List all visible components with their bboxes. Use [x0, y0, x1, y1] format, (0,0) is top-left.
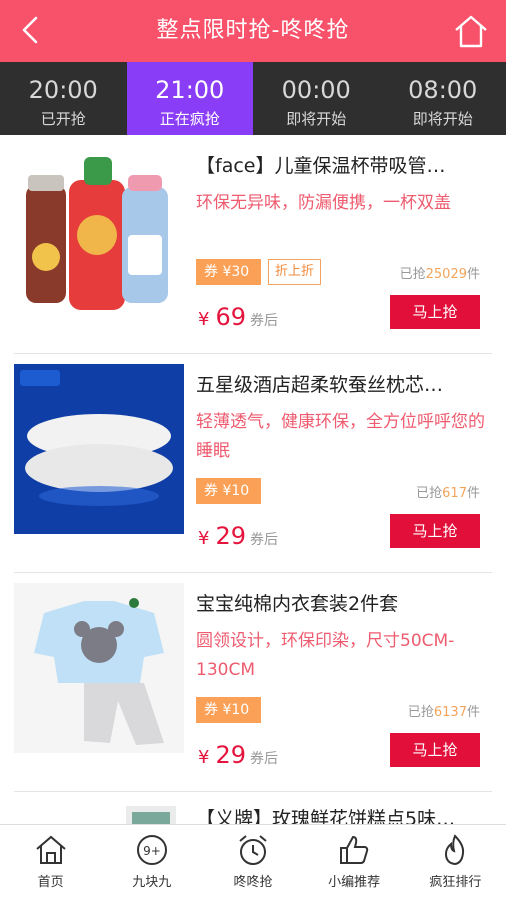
coupon-badge: 券 ¥30 [196, 259, 268, 285]
tab-time: 20:00 [28, 76, 98, 104]
nav-ranking[interactable]: 疯狂排行 [405, 825, 506, 900]
tab-time: 00:00 [281, 76, 351, 104]
sold-prefix: 已抢 [416, 486, 443, 501]
tab-status: 即将开始 [286, 110, 347, 128]
sold-prefix: 已抢 [407, 705, 434, 720]
price-value: 69 [215, 303, 246, 331]
tab-status: 即将开始 [412, 110, 473, 128]
price-suffix: 券后 [250, 751, 278, 767]
product-image[interactable] [14, 145, 184, 315]
discount-tag: 折上折 [268, 259, 322, 285]
sold-suffix: 件 [466, 486, 480, 501]
nav-label: 疯狂排行 [429, 875, 482, 890]
nav-nine-nine[interactable]: 9+ 九块九 [101, 825, 202, 900]
thumbs-up-icon [340, 835, 369, 864]
product-image[interactable] [14, 364, 184, 534]
price-value: 29 [215, 741, 246, 769]
sold-number: 6137 [433, 705, 467, 720]
coupon-badge: 券 ¥10 [196, 697, 268, 723]
tab-0000[interactable]: 00:00 即将开始 [253, 62, 380, 135]
product-description: 轻薄透气，健康环保，全方位呼呼您的睡眠 [196, 412, 485, 461]
bottom-nav: 首页 9+ 九块九 咚咚抢 小编推荐 疯狂排行 [0, 824, 506, 900]
coupon-badge: 券 ¥10 [196, 478, 268, 504]
price-value: 29 [215, 522, 246, 550]
product-name[interactable]: 【face】儿童保温杯带吸管… [196, 151, 492, 178]
tab-time: 21:00 [155, 76, 225, 104]
header-bar: 整点限时抢-咚咚抢 [0, 0, 506, 62]
product-name[interactable]: 五星级酒店超柔软蚕丝枕芯… [196, 370, 492, 397]
product-item[interactable]: 五星级酒店超柔软蚕丝枕芯… 轻薄透气，健康环保，全方位呼呼您的睡眠 券 ¥10 … [0, 354, 506, 573]
tab-status: 正在疯抢 [159, 110, 220, 128]
tab-2100[interactable]: 21:00 正在疯抢 [126, 62, 253, 135]
home-icon [35, 835, 66, 864]
sold-number: 617 [442, 486, 467, 501]
price: ¥69 券后 [198, 303, 278, 331]
nine-plus-icon: 9+ [136, 835, 167, 865]
nav-label: 小编推荐 [328, 875, 381, 890]
sold-suffix: 件 [466, 705, 480, 720]
product-name[interactable]: 宝宝纯棉内衣套装2件套 [196, 589, 492, 616]
alarm-clock-icon [239, 835, 267, 865]
nav-label: 九块九 [132, 875, 172, 890]
currency-symbol: ¥ [198, 528, 210, 549]
tab-0800[interactable]: 08:00 即将开始 [380, 62, 506, 135]
nav-editor-picks[interactable]: 小编推荐 [304, 825, 405, 900]
sold-number: 25029 [425, 267, 467, 282]
product-item[interactable]: 宝宝纯棉内衣套装2件套 圆领设计，环保印染，尺寸50CM-130CM 券 ¥10… [0, 573, 506, 792]
sold-count: 已抢617件 [416, 482, 480, 501]
currency-symbol: ¥ [198, 747, 210, 768]
currency-symbol: ¥ [198, 309, 210, 330]
product-image[interactable] [14, 583, 184, 753]
sold-count: 已抢6137件 [408, 701, 480, 720]
price-suffix: 券后 [250, 313, 278, 329]
nav-home[interactable]: 首页 [0, 825, 101, 900]
tab-status: 已开抢 [40, 110, 86, 128]
time-tabs: 20:00 已开抢 21:00 正在疯抢 00:00 即将开始 08:00 即将… [0, 62, 506, 135]
sold-prefix: 已抢 [399, 267, 426, 282]
product-description: 圆领设计，环保印染，尺寸50CM-130CM [196, 631, 455, 680]
sold-count: 已抢25029件 [400, 263, 480, 282]
tab-2000[interactable]: 20:00 已开抢 [0, 62, 127, 135]
svg-text:9+: 9+ [143, 844, 161, 858]
nav-label: 咚咚抢 [233, 875, 273, 890]
page-title: 整点限时抢-咚咚抢 [156, 18, 350, 43]
product-description: 环保无异味，防漏便携，一杯双盖 [196, 193, 451, 213]
price: ¥29 券后 [198, 741, 278, 769]
flame-icon [445, 834, 465, 866]
nav-dongdongqiang[interactable]: 咚咚抢 [202, 825, 303, 900]
tab-time: 08:00 [408, 76, 478, 104]
nav-label: 首页 [37, 875, 64, 890]
sold-suffix: 件 [466, 267, 480, 282]
buy-now-button[interactable]: 马上抢 [390, 733, 480, 767]
price-suffix: 券后 [250, 532, 278, 548]
product-image[interactable] [126, 806, 176, 824]
buy-now-button[interactable]: 马上抢 [390, 295, 480, 329]
product-item[interactable]: 【face】儿童保温杯带吸管… 环保无异味，防漏便携，一杯双盖 券 ¥30 折上… [0, 135, 506, 354]
product-name[interactable]: 【义牌】玫瑰鲜花饼糕点5味… [196, 804, 492, 824]
price: ¥29 券后 [198, 522, 278, 550]
buy-now-button[interactable]: 马上抢 [390, 514, 480, 548]
product-item[interactable]: 【义牌】玫瑰鲜花饼糕点5味… [0, 792, 506, 824]
home-icon[interactable] [452, 12, 490, 50]
